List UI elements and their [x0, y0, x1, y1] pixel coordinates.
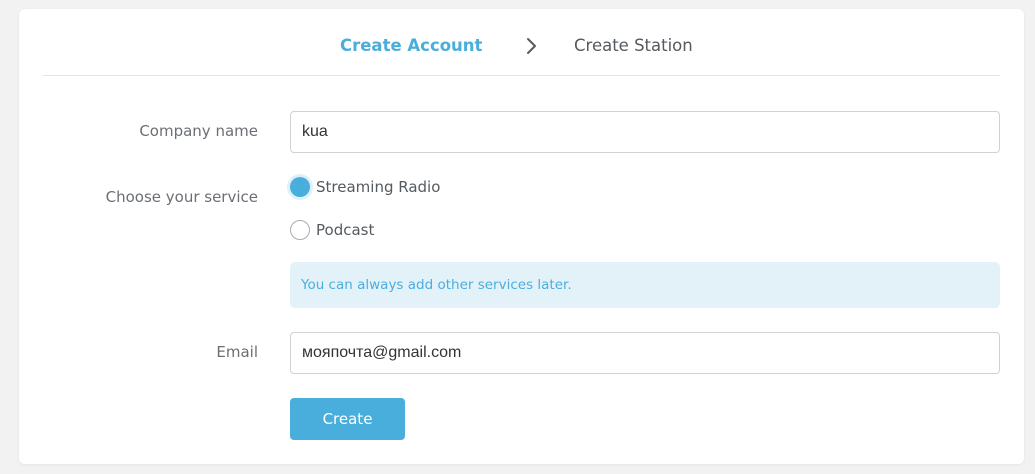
step-create-account[interactable]: Create Account — [340, 36, 482, 56]
radio-checked-icon[interactable] — [290, 177, 310, 197]
service-label: Choose your service — [105, 188, 258, 206]
step-create-station[interactable]: Create Station — [574, 36, 693, 56]
signup-card: Create Account Create Station Company na… — [19, 9, 1024, 464]
radio-option-streaming-radio[interactable]: Streaming Radio — [290, 176, 440, 198]
steps-header: Create Account Create Station — [43, 9, 1000, 76]
create-button[interactable]: Create — [290, 398, 405, 440]
email-label: Email — [216, 343, 258, 361]
radio-label-streaming-radio: Streaming Radio — [316, 178, 441, 196]
service-info-notice: You can always add other services later. — [290, 262, 1000, 308]
radio-option-podcast[interactable]: Podcast — [290, 219, 374, 241]
radio-unchecked-icon[interactable] — [290, 220, 310, 240]
company-name-input[interactable] — [290, 111, 1000, 153]
chevron-right-icon — [524, 37, 540, 55]
email-input[interactable] — [290, 332, 1000, 374]
company-name-label: Company name — [139, 122, 258, 140]
radio-label-podcast: Podcast — [316, 221, 375, 239]
